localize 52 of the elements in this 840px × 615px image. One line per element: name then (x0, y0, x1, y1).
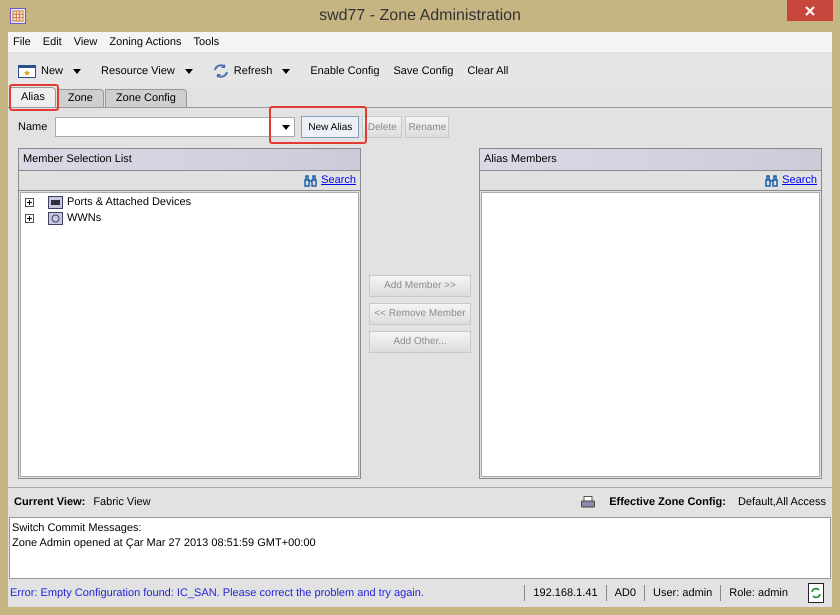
toolbar-button[interactable]: Refresh (208, 59, 276, 83)
panel-title: Alias Members (480, 149, 821, 171)
name-label: Name (18, 120, 48, 135)
message-line: Zone Admin opened at Çar Mar 27 2013 08:51:59 GMT+00:00 (12, 536, 317, 551)
current-view-label: Current View: (14, 495, 86, 510)
toolbar-button[interactable]: New (14, 59, 68, 83)
menu-item[interactable]: File (13, 34, 31, 50)
close-icon (805, 6, 815, 16)
status-field: User: admin (644, 584, 720, 602)
panel-title: Member Selection List (19, 149, 360, 171)
tree-item[interactable]: WWNs (67, 210, 102, 226)
caret-icon (73, 68, 82, 74)
highlight-box (9, 84, 59, 111)
window-title: swd77 - Zone Administration (318, 6, 522, 26)
caret-icon (282, 124, 290, 130)
binoculars-icon (304, 174, 318, 186)
tab[interactable]: Zone Config (104, 89, 187, 107)
search-link[interactable]: Search (782, 172, 817, 189)
tab[interactable]: Zone (56, 89, 104, 107)
globe-folder-icon (48, 212, 63, 224)
menu-item[interactable]: Edit (42, 34, 62, 50)
toolbar-button[interactable]: Clear All (463, 59, 512, 83)
expand-icon[interactable] (25, 214, 34, 222)
refresh-status-icon[interactable] (808, 583, 824, 603)
folder-icon (48, 196, 63, 208)
expand-icon[interactable] (25, 198, 34, 206)
effective-config-value: Default,All Access (738, 495, 826, 510)
status-field: Role: admin (720, 584, 796, 602)
toolbar-button[interactable]: Enable Config (306, 59, 384, 83)
action-button[interactable]: New Alias (301, 116, 360, 138)
search-link[interactable]: Search (321, 172, 356, 189)
tab[interactable]: Alias (10, 87, 56, 107)
caret-icon (184, 68, 193, 74)
current-view-value: Fabric View (93, 495, 151, 510)
window-icon (18, 64, 36, 78)
menu-item[interactable]: Tools (194, 34, 220, 50)
status-field: AD0 (606, 584, 644, 602)
caret-icon (282, 68, 290, 74)
toolbar-button[interactable]: Resource View (97, 59, 179, 83)
effective-config-label: Effective Zone Config: (609, 495, 726, 510)
printer-icon[interactable] (581, 496, 596, 509)
error-message: Error: Empty Configuration found: IC_SAN. Please correct the problem and try again. (10, 586, 425, 601)
menu-item[interactable]: View (74, 34, 98, 50)
toolbar-button[interactable]: Save Config (389, 59, 458, 83)
close-button[interactable] (787, 0, 833, 21)
menu-item[interactable]: Zoning Actions (109, 34, 182, 50)
app-icon (10, 8, 26, 24)
message-line: Switch Commit Messages: (12, 521, 143, 536)
binoculars-icon (765, 174, 778, 186)
status-field: 192.168.1.41 (524, 584, 606, 602)
refresh-icon (212, 63, 229, 79)
tree-item[interactable]: Ports & Attached Devices (67, 194, 192, 210)
